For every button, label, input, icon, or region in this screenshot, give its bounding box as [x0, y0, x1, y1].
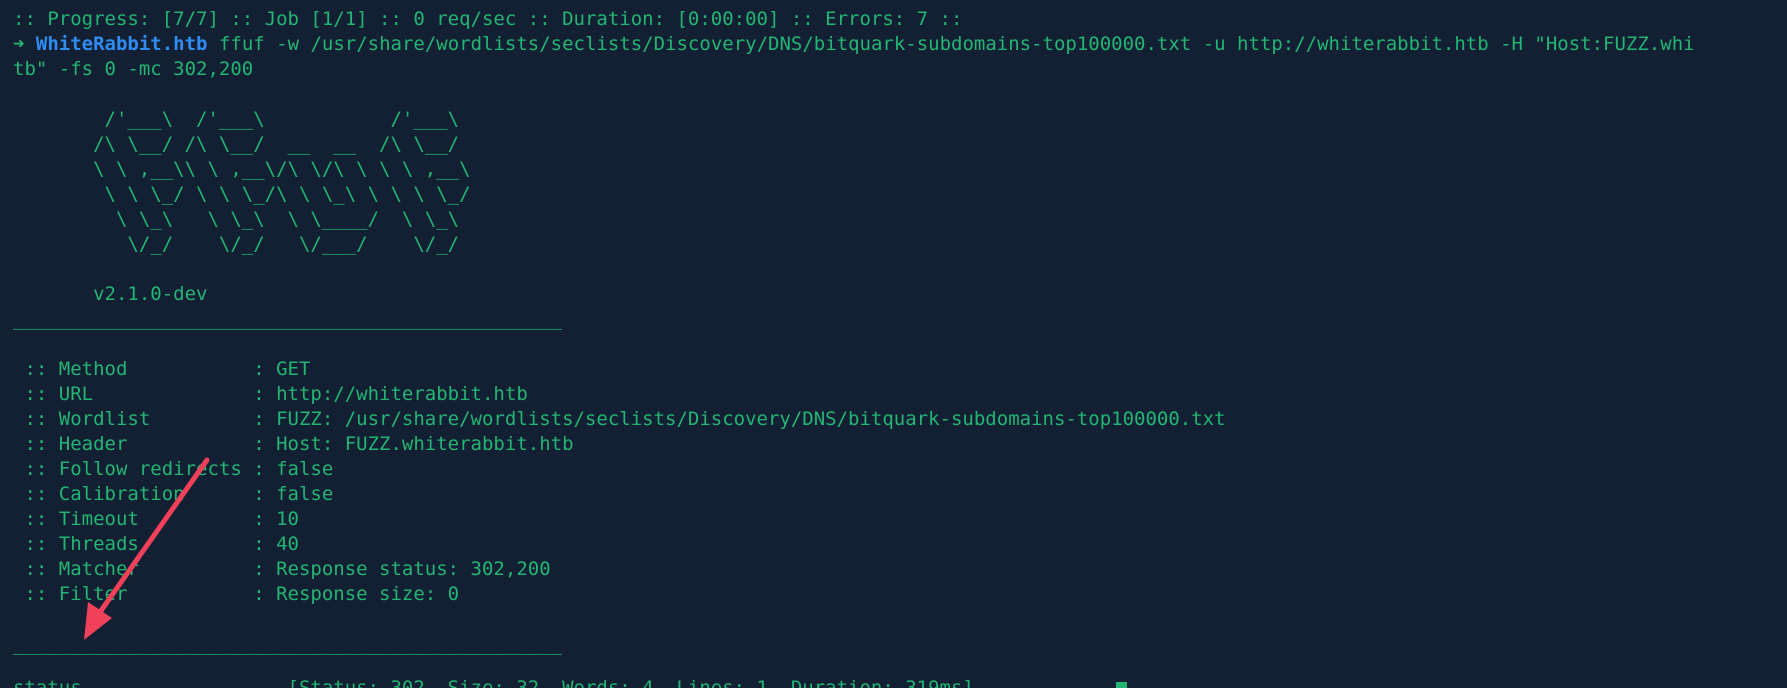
terminal-window[interactable]: :: Progress: [7/7] :: Job [1/1] :: 0 req… — [0, 0, 1787, 688]
config-list: :: Method : GET :: URL : http://whiterab… — [13, 357, 1787, 607]
config-item-calibration: :: Calibration : false — [13, 483, 334, 505]
banner-line: /'___\ /'___\ /'___\ — [13, 108, 460, 130]
version-label: v2.1.0-dev — [13, 283, 208, 305]
banner-line: \ \_\ \ \_\ \ \____/ \ \_\ — [13, 208, 460, 230]
config-item-matcher: :: Matcher : Response status: 302,200 — [13, 558, 551, 580]
banner-line: \ \ \_/ \ \ \_/\ \ \_\ \ \ \ \_/ — [13, 183, 471, 205]
banner-line: \ \ ,__\\ \ ,__\/\ \/\ \ \ \ ,__\ — [13, 158, 471, 180]
config-item-threads: :: Threads : 40 — [13, 533, 299, 555]
config-item-timeout: :: Timeout : 10 — [13, 508, 299, 530]
config-item-wordlist: :: Wordlist : FUZZ: /usr/share/wordlists… — [13, 408, 1226, 430]
config-item-header: :: Header : Host: FUZZ.whiterabbit.htb — [13, 433, 574, 455]
prompt-arrow-icon: ➜ — [13, 33, 25, 55]
blank-gap — [13, 657, 1787, 676]
config-item-url: :: URL : http://whiterabbit.htb — [13, 383, 528, 405]
separator-line: ________________________________________… — [13, 308, 563, 330]
config-item-method: :: Method : GET — [13, 358, 311, 380]
ffuf-banner: /'___\ /'___\ /'___\ /\ \__/ /\ \__/ __ … — [13, 107, 1787, 257]
separator-line: ________________________________________… — [13, 633, 563, 655]
command-prompt-line: ➜ WhiteRabbit.htb ffuf -w /usr/share/wor… — [13, 32, 1787, 57]
prompt-directory: WhiteRabbit.htb — [35, 33, 208, 55]
config-item-filter: :: Filter : Response size: 0 — [13, 583, 460, 605]
banner-line: /\ \__/ /\ \__/ __ __ /\ \__/ — [13, 133, 460, 155]
command-text: ffuf -w /usr/share/wordlists/seclists/Di… — [207, 33, 1695, 55]
config-item-follow-redirects: :: Follow redirects : false — [13, 458, 334, 480]
banner-line: \/_/ \/_/ \/___/ \/_/ — [13, 233, 460, 255]
command-text-wrap: tb" -fs 0 -mc 302,200 — [13, 58, 254, 80]
text-cursor — [1116, 682, 1127, 688]
progress-status-line: :: Progress: [7/7] :: Job [1/1] :: 0 req… — [13, 8, 963, 30]
result-row: status [Status: 302, Size: 32, Words: 4,… — [13, 677, 974, 688]
